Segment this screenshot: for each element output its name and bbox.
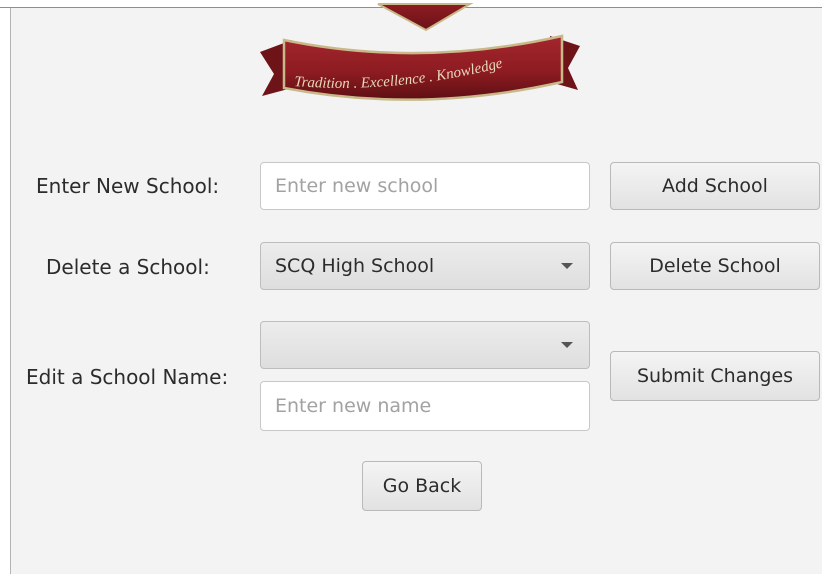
edit-school-label: Edit a School Name: (26, 365, 229, 389)
submit-changes-button[interactable]: Submit Changes (610, 351, 820, 401)
delete-school-selected: SCQ High School (275, 255, 435, 277)
motto-ribbon-banner: Tradition . Excellence . Knowledge (260, 3, 580, 101)
chevron-down-icon (561, 342, 573, 348)
add-school-button[interactable]: Add School (610, 162, 820, 210)
new-name-input[interactable] (260, 381, 590, 431)
go-back-button[interactable]: Go Back (362, 461, 482, 511)
edit-school-dropdown[interactable] (260, 321, 590, 369)
window-left-border (10, 8, 11, 574)
delete-school-label: Delete a School: (46, 255, 210, 279)
delete-school-button[interactable]: Delete School (610, 242, 820, 290)
window-left-strip (0, 8, 10, 574)
new-school-input[interactable] (260, 162, 590, 210)
add-school-label: Enter New School: (36, 174, 220, 198)
school-logo: Tradition . Excellence . Knowledge (250, 0, 590, 118)
delete-school-dropdown[interactable]: SCQ High School (260, 242, 590, 290)
chevron-down-icon (561, 263, 573, 269)
